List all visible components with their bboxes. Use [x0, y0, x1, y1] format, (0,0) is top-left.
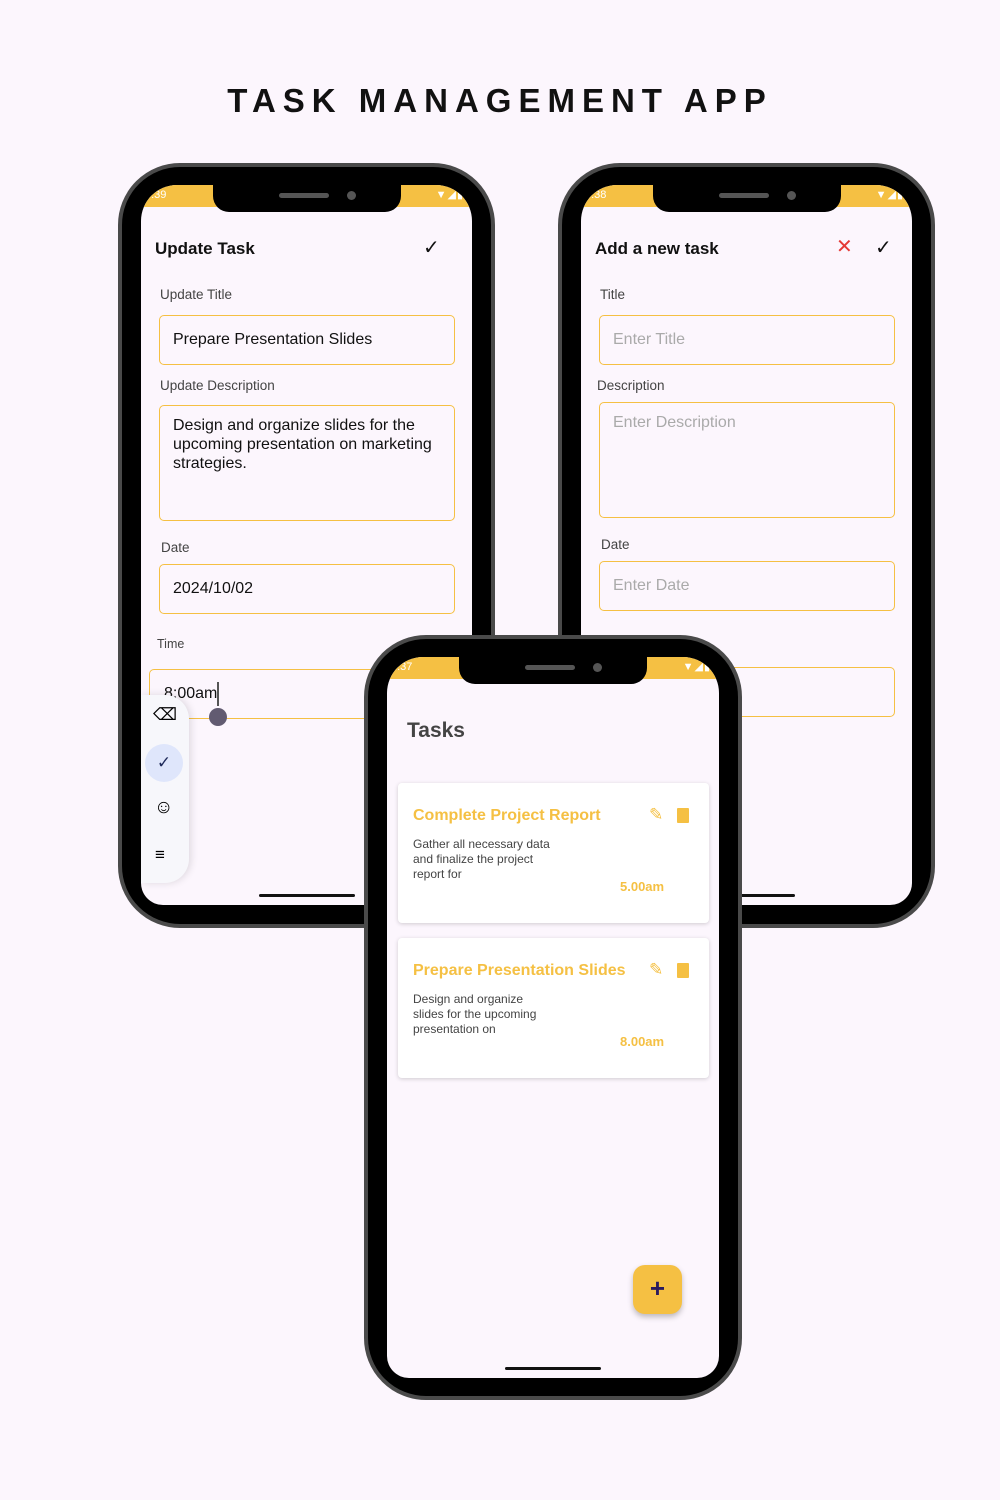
delete-trash-icon[interactable]	[677, 963, 689, 978]
cursor-handle[interactable]	[209, 708, 227, 726]
description-input[interactable]: Enter Description	[599, 402, 895, 518]
emoji-icon[interactable]: ☺	[154, 797, 173, 819]
title-label: Title	[600, 287, 626, 302]
phone-tasks: 3:37 ▼◢▮ Tasks Complete Project Report ✎ …	[364, 635, 742, 1400]
update-description-label: Update Description	[160, 378, 275, 393]
signal-icons: ▼◢▮	[435, 189, 464, 201]
tasks-screen: 3:37 ▼◢▮ Tasks Complete Project Report ✎ …	[387, 657, 719, 1378]
update-description-input[interactable]: Design and organize slides for the upcom…	[159, 405, 455, 521]
keyboard-toolbar: ⌫ ✓ ☺ ≡	[141, 695, 189, 883]
menu-icon[interactable]: ≡	[155, 845, 165, 865]
update-title-label: Update Title	[160, 287, 233, 302]
page-title: Update Task	[155, 239, 255, 258]
save-check-icon[interactable]: ✓	[423, 235, 440, 260]
title-input[interactable]: Enter Title	[599, 315, 895, 365]
page-title: Add a new task	[595, 239, 719, 258]
delete-trash-icon[interactable]	[677, 808, 689, 823]
update-title-input[interactable]: Prepare Presentation Slides	[159, 315, 455, 365]
task-time: 8.00am	[620, 1034, 665, 1049]
backspace-icon[interactable]: ⌫	[153, 705, 177, 725]
page-title: Tasks	[407, 719, 465, 742]
task-description: Gather all necessary data and finalize t…	[413, 837, 550, 881]
date-label: Date	[161, 540, 190, 555]
task-description: Design and organize slides for the upcom…	[413, 992, 537, 1036]
description-label: Description	[597, 378, 665, 393]
signal-icons: ▼◢▮	[875, 189, 904, 201]
edit-pencil-icon[interactable]: ✎	[649, 805, 663, 825]
home-indicator	[259, 894, 355, 897]
close-icon[interactable]: ✕	[836, 234, 853, 259]
task-card[interactable]: Complete Project Report ✎ Gather all nec…	[398, 783, 709, 923]
save-check-icon[interactable]: ✓	[875, 235, 892, 260]
notch	[459, 657, 647, 684]
date-input[interactable]: Enter Date	[599, 561, 895, 611]
home-indicator	[505, 1367, 601, 1370]
date-label: Date	[601, 537, 630, 552]
status-time: 3:39	[145, 189, 167, 201]
status-time: 3:38	[585, 189, 607, 201]
status-time: 3:37	[391, 661, 413, 673]
edit-pencil-icon[interactable]: ✎	[649, 960, 663, 980]
text-cursor	[217, 682, 219, 706]
notch	[213, 185, 401, 212]
signal-icons: ▼◢▮	[682, 661, 711, 673]
date-input[interactable]: 2024/10/02	[159, 564, 455, 614]
task-card[interactable]: Prepare Presentation Slides ✎ Design and…	[398, 938, 709, 1078]
time-label: Time	[157, 637, 185, 651]
add-task-fab[interactable]: +	[633, 1265, 682, 1314]
headline: TASK MANAGEMENT APP	[227, 82, 773, 119]
task-time: 5.00am	[620, 879, 665, 894]
check-icon[interactable]: ✓	[145, 744, 183, 782]
notch	[653, 185, 841, 212]
task-title: Prepare Presentation Slides	[413, 962, 626, 979]
task-title: Complete Project Report	[413, 807, 601, 824]
